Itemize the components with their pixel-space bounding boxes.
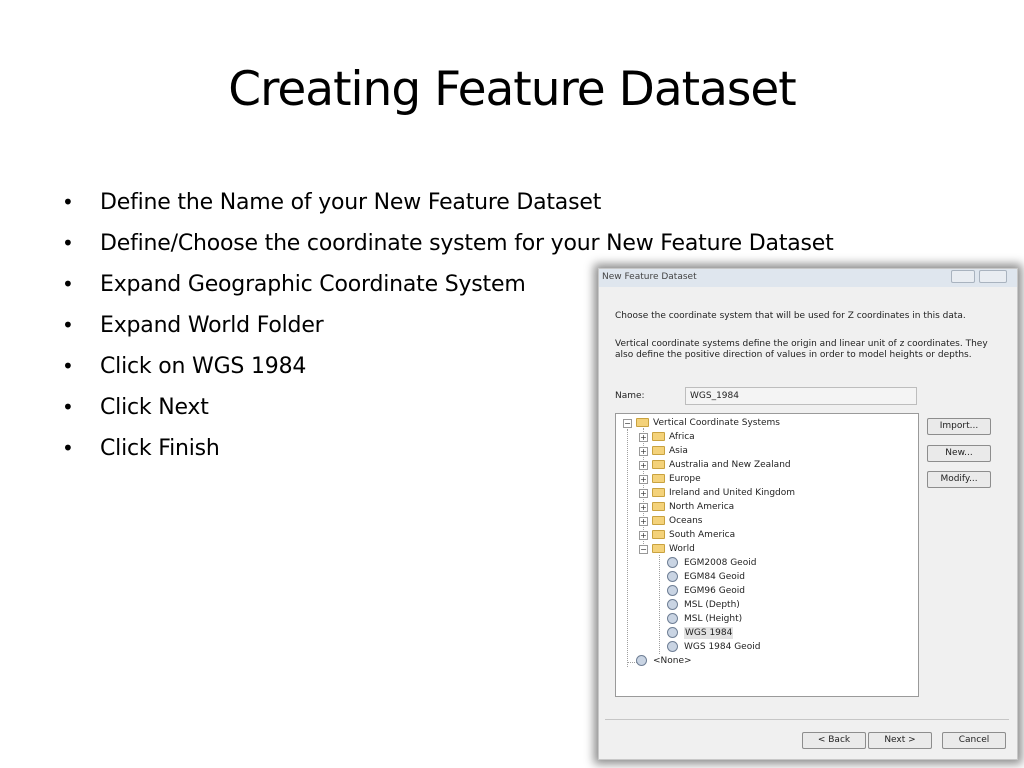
tree-node-egm2008-geoid[interactable]: EGM2008 Geoid <box>667 557 867 569</box>
tree-node-egm96-geoid[interactable]: EGM96 Geoid <box>667 585 867 597</box>
new-feature-dataset-dialog: New Feature Dataset Choose the coordinat… <box>598 268 1018 760</box>
globe-icon <box>636 655 647 666</box>
tree-node-wgs-1984[interactable]: WGS 1984 <box>667 627 867 639</box>
footer-separator <box>605 719 1009 720</box>
folder-icon <box>652 488 665 497</box>
expand-icon[interactable]: + <box>639 461 648 470</box>
dialog-instruction: Choose the coordinate system that will b… <box>615 311 966 321</box>
tree-node-europe[interactable]: + Europe <box>639 473 839 485</box>
modify-button[interactable]: Modify... <box>927 471 991 488</box>
folder-icon <box>636 418 649 427</box>
coordinate-system-tree[interactable]: − Vertical Coordinate Systems + Africa +… <box>615 413 919 697</box>
folder-icon <box>652 446 665 455</box>
tree-node-msl-height[interactable]: MSL (Height) <box>667 613 867 625</box>
folder-icon <box>652 432 665 441</box>
expand-icon[interactable]: + <box>639 447 648 456</box>
folder-icon <box>652 516 665 525</box>
tree-node-none[interactable]: <None> <box>636 655 836 667</box>
cancel-button[interactable]: Cancel <box>942 732 1006 749</box>
next-button[interactable]: Next > <box>868 732 932 749</box>
folder-icon <box>652 544 665 553</box>
dialog-titlebar: New Feature Dataset <box>599 269 1017 287</box>
tree-node-north-america[interactable]: + North America <box>639 501 839 513</box>
name-label: Name: <box>615 391 645 401</box>
tree-node-ireland-and-united-kingdom[interactable]: + Ireland and United Kingdom <box>639 487 839 499</box>
folder-icon <box>652 530 665 539</box>
bullet-item: Define the Name of your New Feature Data… <box>62 182 834 223</box>
folder-icon <box>652 460 665 469</box>
slide-title: Creating Feature Dataset <box>228 62 796 117</box>
bullet-item: Define/Choose the coordinate system for … <box>62 223 834 264</box>
globe-icon <box>667 613 678 624</box>
expand-icon[interactable]: + <box>639 475 648 484</box>
expand-icon[interactable]: + <box>639 517 648 526</box>
globe-icon <box>667 599 678 610</box>
collapse-icon[interactable]: − <box>639 545 648 554</box>
tree-node-south-america[interactable]: + South America <box>639 529 839 541</box>
tree-node-oceans[interactable]: + Oceans <box>639 515 839 527</box>
import-button[interactable]: Import... <box>927 418 991 435</box>
back-button[interactable]: < Back <box>802 732 866 749</box>
tree-node-msl-depth[interactable]: MSL (Depth) <box>667 599 867 611</box>
expand-icon[interactable]: + <box>639 489 648 498</box>
folder-icon <box>652 502 665 511</box>
tree-node-egm84-geoid[interactable]: EGM84 Geoid <box>667 571 867 583</box>
expand-icon[interactable]: + <box>639 433 648 442</box>
globe-icon <box>667 571 678 582</box>
new-button[interactable]: New... <box>927 445 991 462</box>
tree-node-vertical-coordinate-systems[interactable]: − Vertical Coordinate Systems <box>623 417 823 429</box>
name-field[interactable] <box>685 387 917 405</box>
close-button[interactable] <box>979 270 1007 283</box>
dialog-title: New Feature Dataset <box>602 272 697 282</box>
collapse-icon[interactable]: − <box>623 419 632 428</box>
expand-icon[interactable]: + <box>639 503 648 512</box>
folder-icon <box>652 474 665 483</box>
globe-icon <box>667 627 678 638</box>
expand-icon[interactable]: + <box>639 531 648 540</box>
globe-icon <box>667 557 678 568</box>
globe-icon <box>667 585 678 596</box>
tree-node-australia-and-new-zealand[interactable]: + Australia and New Zealand <box>639 459 839 471</box>
tree-node-world[interactable]: − World <box>639 543 839 555</box>
dialog-description: Vertical coordinate systems define the o… <box>615 339 988 360</box>
tree-node-africa[interactable]: + Africa <box>639 431 839 443</box>
tree-node-asia[interactable]: + Asia <box>639 445 839 457</box>
globe-icon <box>667 641 678 652</box>
tree-node-wgs-1984-geoid[interactable]: WGS 1984 Geoid <box>667 641 867 653</box>
help-button[interactable] <box>951 270 975 283</box>
